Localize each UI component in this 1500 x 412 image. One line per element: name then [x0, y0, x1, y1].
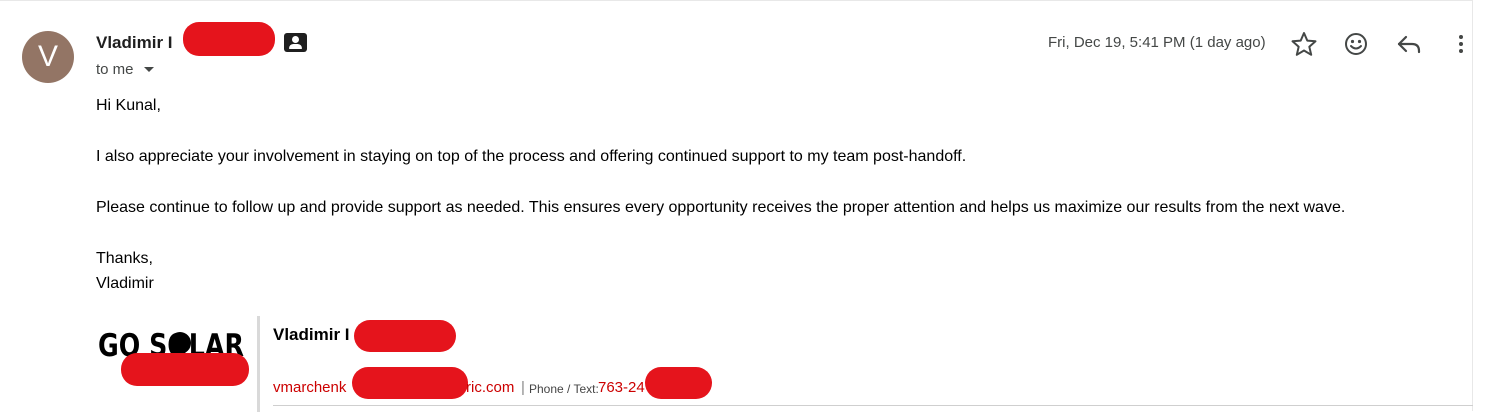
redaction-mark — [121, 353, 249, 386]
body-greeting: Hi Kunal, — [96, 97, 161, 114]
signature-name: Vladimir I — [273, 325, 350, 344]
signature-divider — [257, 316, 260, 412]
signature-phone-link[interactable]: 763-24 — [598, 379, 645, 396]
chevron-down-icon[interactable] — [144, 67, 154, 72]
email-message: V Vladimir I to me Fri, Dec 19, 5:41 PM … — [0, 0, 1476, 412]
body-closing-name: Vladimir — [96, 275, 154, 292]
sender-name[interactable]: Vladimir I — [96, 33, 173, 53]
signature-separator: | — [521, 379, 525, 396]
signature-email-link[interactable]: ric.com — [466, 379, 514, 396]
contact-card-icon[interactable] — [284, 33, 307, 52]
redaction-mark — [645, 367, 712, 399]
redaction-mark — [354, 320, 456, 352]
body-paragraph: I also appreciate your involvement in st… — [96, 148, 967, 165]
signature-email-link[interactable]: vmarchenk — [273, 379, 346, 396]
redaction-mark — [183, 22, 275, 56]
redaction-mark — [352, 367, 468, 399]
message-date: Fri, Dec 19, 5:41 PM (1 day ago) — [1048, 34, 1266, 51]
body-closing: Thanks, — [96, 250, 153, 267]
sender-avatar[interactable]: V — [22, 31, 74, 83]
emoji-icon[interactable] — [1341, 29, 1371, 59]
signature-rule — [273, 405, 1473, 406]
reply-icon[interactable] — [1394, 29, 1424, 59]
more-vert-icon[interactable] — [1446, 29, 1476, 59]
body-paragraph: Please continue to follow up and provide… — [96, 199, 1346, 216]
signature-phone-label: Phone / Text: — [529, 382, 599, 396]
star-icon[interactable] — [1289, 29, 1319, 59]
recipient-label[interactable]: to me — [96, 61, 134, 78]
